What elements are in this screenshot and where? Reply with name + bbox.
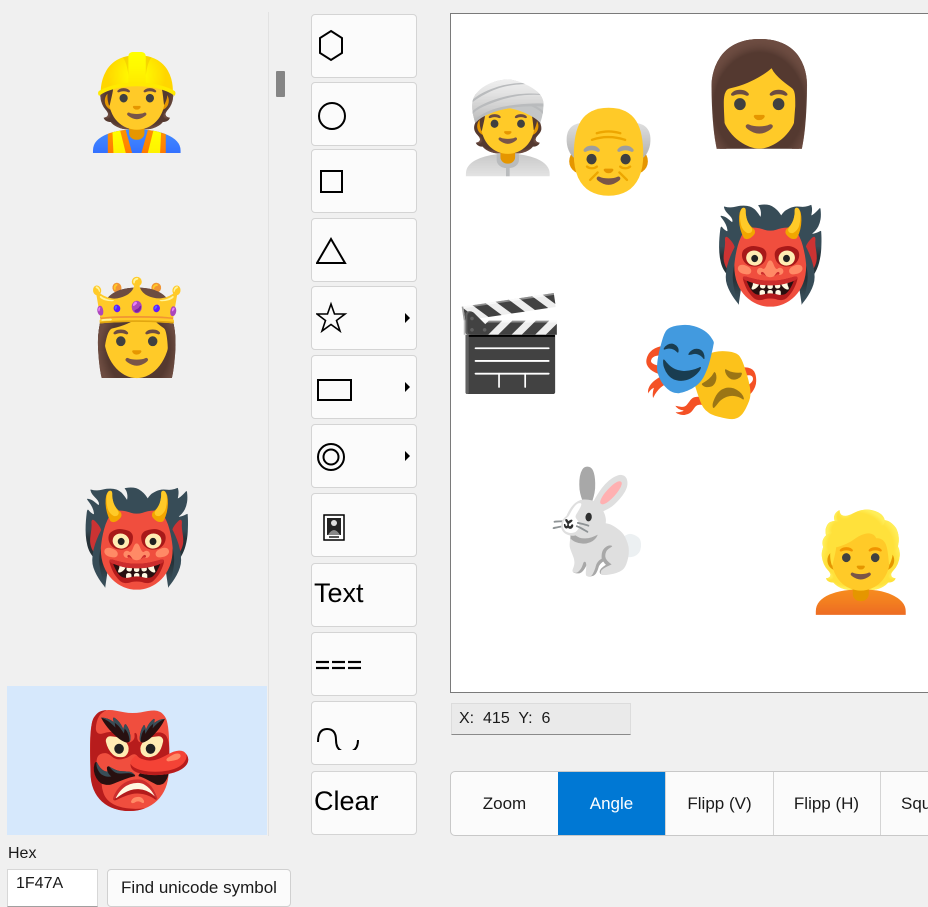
square-icon xyxy=(320,170,343,193)
star-tool-button[interactable] xyxy=(311,286,417,350)
clear-button-label: Clear xyxy=(314,786,379,816)
rabbit-stamp[interactable]: 🐇 xyxy=(533,472,658,572)
image-icon xyxy=(323,514,345,541)
emoji-item-ogre[interactable]: 👹 xyxy=(7,464,267,613)
star-icon xyxy=(316,301,348,334)
squash-mode-button[interactable]: Squ xyxy=(881,772,928,835)
princess-emoji: 👸 xyxy=(79,273,195,381)
emoji-item-construction-worker[interactable]: 👷 xyxy=(7,28,267,177)
submenu-arrow-icon xyxy=(405,382,410,392)
emoji-item-princess[interactable]: 👸 xyxy=(7,253,267,402)
construction-worker-emoji: 👷 xyxy=(79,48,195,156)
circle-icon xyxy=(318,102,346,130)
x-label: X: xyxy=(459,710,475,727)
hex-input[interactable] xyxy=(7,869,98,907)
performing-arts-stamp[interactable]: 🎭 xyxy=(639,320,764,420)
blond-person-stamp[interactable]: 👱 xyxy=(801,514,921,610)
triangle-icon xyxy=(316,237,347,264)
ring-icon xyxy=(317,443,345,471)
circle-tool-button[interactable] xyxy=(311,82,417,146)
x-value: 415 xyxy=(483,710,510,727)
old-man-stamp[interactable]: 👴 xyxy=(555,106,662,192)
y-value: 6 xyxy=(541,710,551,727)
submenu-arrow-icon xyxy=(405,451,410,461)
flip-vertical-mode-button[interactable]: Flipp (V) xyxy=(666,772,774,835)
submenu-arrow-icon xyxy=(405,313,410,323)
emoji-list-scrollbar-thumb[interactable] xyxy=(276,71,285,97)
goblin-emoji: 👺 xyxy=(79,706,195,814)
curve-tool-button[interactable] xyxy=(311,701,417,765)
coordinates-readout: X: 415 Y: 6 xyxy=(451,703,631,735)
ogre-stamp[interactable]: 👹 xyxy=(713,210,828,302)
angle-mode-button[interactable]: Angle xyxy=(558,772,666,835)
person-turban-stamp[interactable]: 👳 xyxy=(453,84,563,172)
y-label: Y: xyxy=(518,710,533,727)
hexagon-icon xyxy=(319,29,343,62)
dashed-line-icon xyxy=(316,660,361,670)
woman-stamp[interactable]: 👩 xyxy=(697,44,822,144)
text-tool-label: Text xyxy=(314,578,364,608)
flip-horizontal-mode-button[interactable]: Flipp (H) xyxy=(773,772,881,835)
hex-label: Hex xyxy=(8,845,37,862)
drawing-canvas[interactable]: 👳 👴 👩 👹 🎬 🎭 🐇 👱 xyxy=(450,13,928,693)
ogre-emoji: 👹 xyxy=(79,484,195,592)
rectangle-tool-button[interactable] xyxy=(311,355,417,419)
rectangle-icon xyxy=(317,379,352,401)
emoji-item-goblin[interactable]: 👺 xyxy=(7,686,267,835)
clear-button[interactable]: Clear xyxy=(311,771,417,835)
dashed-line-tool-button[interactable] xyxy=(311,632,417,696)
clapper-board-stamp[interactable]: 🎬 xyxy=(452,298,567,390)
emoji-list[interactable]: 👷 👸 👹 👺 xyxy=(7,12,269,836)
hexagon-tool-button[interactable] xyxy=(311,14,417,78)
curve-icon xyxy=(317,727,359,750)
find-unicode-symbol-button[interactable]: Find unicode symbol xyxy=(107,869,291,907)
text-tool-button[interactable]: Text xyxy=(311,563,417,627)
image-tool-button[interactable] xyxy=(311,493,417,557)
transform-mode-selector: Zoom Angle Flipp (V) Flipp (H) Squ xyxy=(450,771,928,836)
triangle-tool-button[interactable] xyxy=(311,218,417,282)
ring-tool-button[interactable] xyxy=(311,424,417,488)
zoom-mode-button[interactable]: Zoom xyxy=(451,772,559,835)
square-tool-button[interactable] xyxy=(311,149,417,213)
